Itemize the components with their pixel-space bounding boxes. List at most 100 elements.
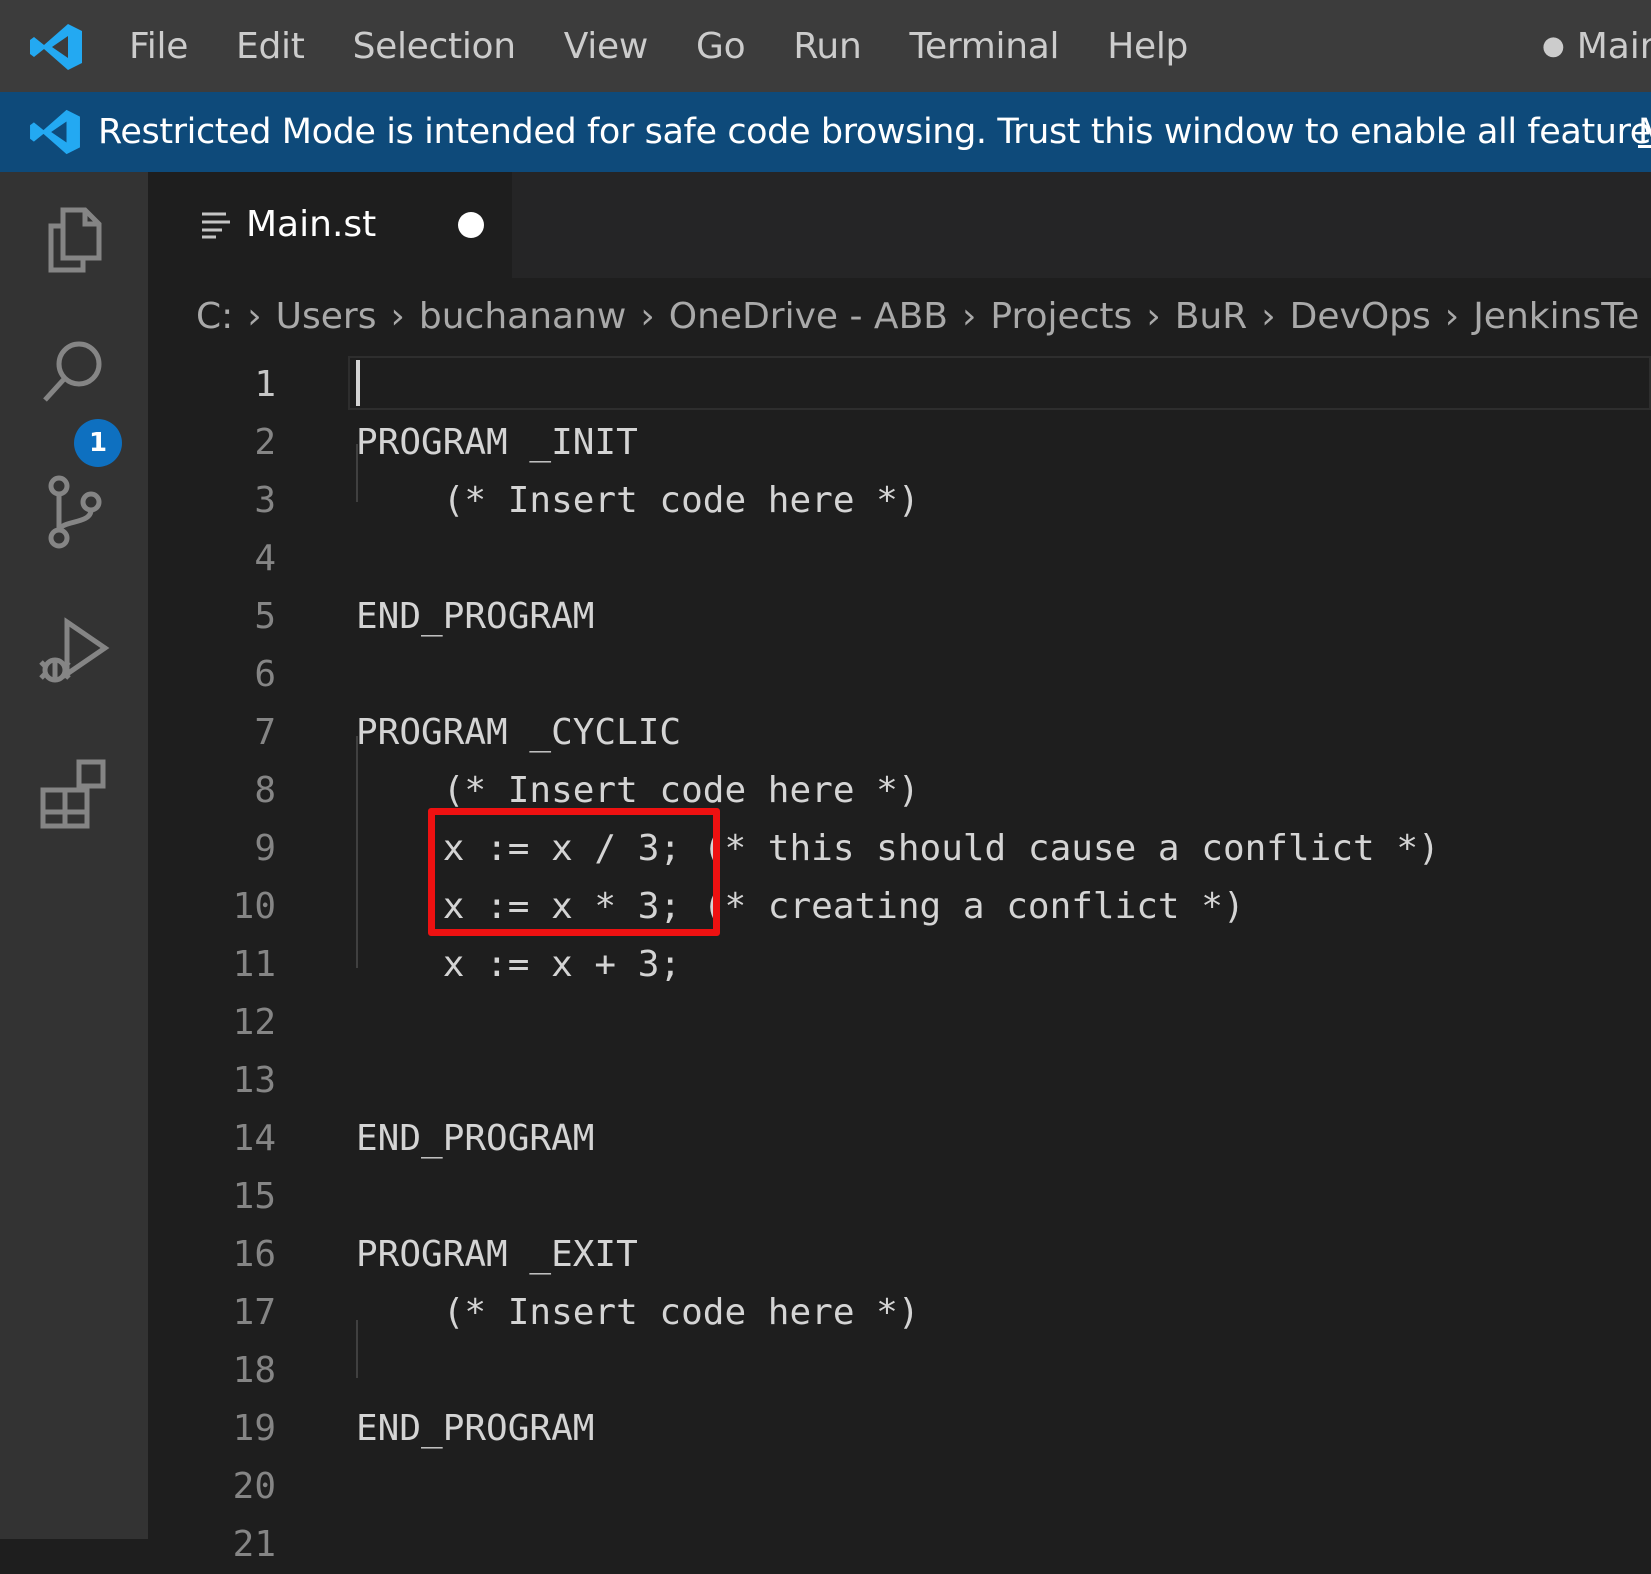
breadcrumb-item[interactable]: buchananw: [419, 296, 626, 337]
line-number: 17: [232, 1292, 276, 1333]
code-text[interactable]: (* Insert code here *): [356, 1284, 920, 1342]
run-debug-button[interactable]: [0, 588, 148, 718]
breadcrumb-item[interactable]: JenkinsTe: [1473, 296, 1639, 337]
tab-label: Main.st: [246, 204, 377, 245]
code-text[interactable]: END_PROGRAM: [356, 1400, 594, 1458]
line-number: 14: [232, 1118, 276, 1159]
code-line: 5 END_PROGRAM: [148, 588, 1651, 646]
line-number: 2: [254, 422, 276, 463]
menu-terminal[interactable]: Terminal: [885, 26, 1083, 67]
code-text[interactable]: END_PROGRAM: [356, 1110, 594, 1168]
code-line: 1: [148, 356, 1651, 414]
search-button[interactable]: [0, 308, 148, 438]
menu-file[interactable]: File: [105, 26, 212, 67]
activity-bar: 1: [0, 172, 148, 1539]
breadcrumb-item[interactable]: C:: [196, 296, 233, 337]
line-number: 20: [232, 1466, 276, 1507]
title-bar: File Edit Selection View Go Run Terminal…: [0, 0, 1651, 92]
chevron-right-icon: ›: [1261, 295, 1276, 337]
code-line: 20: [148, 1458, 1651, 1516]
code-line: 13: [148, 1052, 1651, 1110]
code-line: 16 PROGRAM _EXIT: [148, 1226, 1651, 1284]
tab-bar: Main.st: [148, 172, 1651, 278]
breadcrumb: C: › Users › buchananw › OneDrive - ABB …: [148, 278, 1651, 354]
breadcrumb-item[interactable]: Users: [276, 296, 377, 337]
code-line: 9 x := x / 3; (* this should cause a con…: [148, 820, 1651, 878]
line-number: 19: [232, 1408, 276, 1449]
code-text[interactable]: PROGRAM _INIT: [356, 414, 638, 472]
line-number: 10: [232, 886, 276, 927]
code-line: 8 (* Insert code here *): [148, 762, 1651, 820]
chevron-right-icon: ›: [961, 295, 977, 337]
code-editor[interactable]: 1 2 PROGRAM _INIT 3 (* Insert code here *…: [148, 350, 1651, 1565]
line-number: 5: [254, 596, 276, 637]
line-number: 11: [232, 944, 276, 985]
vscode-logo-icon: [30, 109, 80, 155]
chevron-right-icon: ›: [1444, 295, 1460, 337]
menu-help[interactable]: Help: [1083, 26, 1212, 67]
code-line: 10 x := x * 3; (* creating a conflict *): [148, 878, 1651, 936]
breadcrumb-item[interactable]: Projects: [990, 296, 1132, 337]
tab-main-st[interactable]: Main.st: [148, 172, 512, 278]
line-number: 6: [254, 654, 276, 695]
unsaved-dot-icon: ●: [1542, 31, 1565, 61]
menu-selection[interactable]: Selection: [329, 26, 540, 67]
code-text[interactable]: END_PROGRAM: [356, 588, 594, 646]
run-debug-icon: [39, 617, 110, 683]
source-control-icon: [48, 475, 102, 549]
line-number: 3: [254, 480, 276, 521]
conflict-highlight-box: [428, 808, 720, 936]
line-number: 4: [254, 538, 276, 579]
banner-manage-link[interactable]: M: [1638, 92, 1651, 172]
menu-bar: File Edit Selection View Go Run Terminal…: [105, 0, 1212, 92]
unsaved-dot-icon[interactable]: [458, 212, 484, 238]
line-number: 15: [232, 1176, 276, 1217]
code-line: 11 x := x + 3;: [148, 936, 1651, 994]
line-number: 9: [254, 828, 276, 869]
explorer-button[interactable]: [0, 172, 148, 302]
line-number: 13: [232, 1060, 276, 1101]
code-line: 4: [148, 530, 1651, 588]
line-number: 7: [254, 712, 276, 753]
file-lines-icon: [202, 212, 230, 239]
code-line: 3 (* Insert code here *): [148, 472, 1651, 530]
restricted-mode-banner: Restricted Mode is intended for safe cod…: [0, 92, 1651, 172]
breadcrumb-item[interactable]: OneDrive - ABB: [669, 296, 948, 337]
menu-view[interactable]: View: [540, 26, 672, 67]
line-number: 12: [232, 1002, 276, 1043]
vscode-logo-icon[interactable]: [28, 22, 84, 72]
extensions-icon: [40, 759, 106, 829]
extensions-button[interactable]: [0, 728, 148, 858]
code-line: 18: [148, 1342, 1651, 1400]
source-control-button[interactable]: [0, 448, 148, 578]
search-icon: [43, 341, 102, 402]
line-number: 16: [232, 1234, 276, 1275]
code-line: 2 PROGRAM _INIT: [148, 414, 1651, 472]
code-line: 17 (* Insert code here *): [148, 1284, 1651, 1342]
code-line: 19 END_PROGRAM: [148, 1400, 1651, 1458]
menu-run[interactable]: Run: [769, 26, 885, 67]
code-line: 15: [148, 1168, 1651, 1226]
code-line: 21: [148, 1516, 1651, 1574]
code-text[interactable]: PROGRAM _CYCLIC: [356, 704, 681, 762]
breadcrumb-item[interactable]: BuR: [1175, 296, 1248, 337]
code-text[interactable]: (* Insert code here *): [356, 472, 920, 530]
code-line: 6: [148, 646, 1651, 704]
line-number: 1: [254, 364, 276, 405]
files-icon: [48, 207, 102, 273]
text-cursor: [356, 360, 360, 406]
chevron-right-icon: ›: [390, 295, 405, 337]
window-title: ● Main: [1542, 0, 1651, 92]
code-text[interactable]: PROGRAM _EXIT: [356, 1226, 638, 1284]
menu-go[interactable]: Go: [672, 26, 769, 67]
code-line: 14 END_PROGRAM: [148, 1110, 1651, 1168]
breadcrumb-item[interactable]: DevOps: [1290, 296, 1431, 337]
code-line: 7 PROGRAM _CYCLIC: [148, 704, 1651, 762]
code-text[interactable]: x := x + 3;: [356, 936, 681, 994]
menu-edit[interactable]: Edit: [212, 26, 329, 67]
line-number: 21: [232, 1524, 276, 1565]
window-title-text: Main: [1576, 25, 1651, 67]
chevron-right-icon: ›: [1146, 295, 1161, 337]
chevron-right-icon: ›: [640, 295, 655, 337]
banner-message: Restricted Mode is intended for safe cod…: [98, 112, 1651, 152]
